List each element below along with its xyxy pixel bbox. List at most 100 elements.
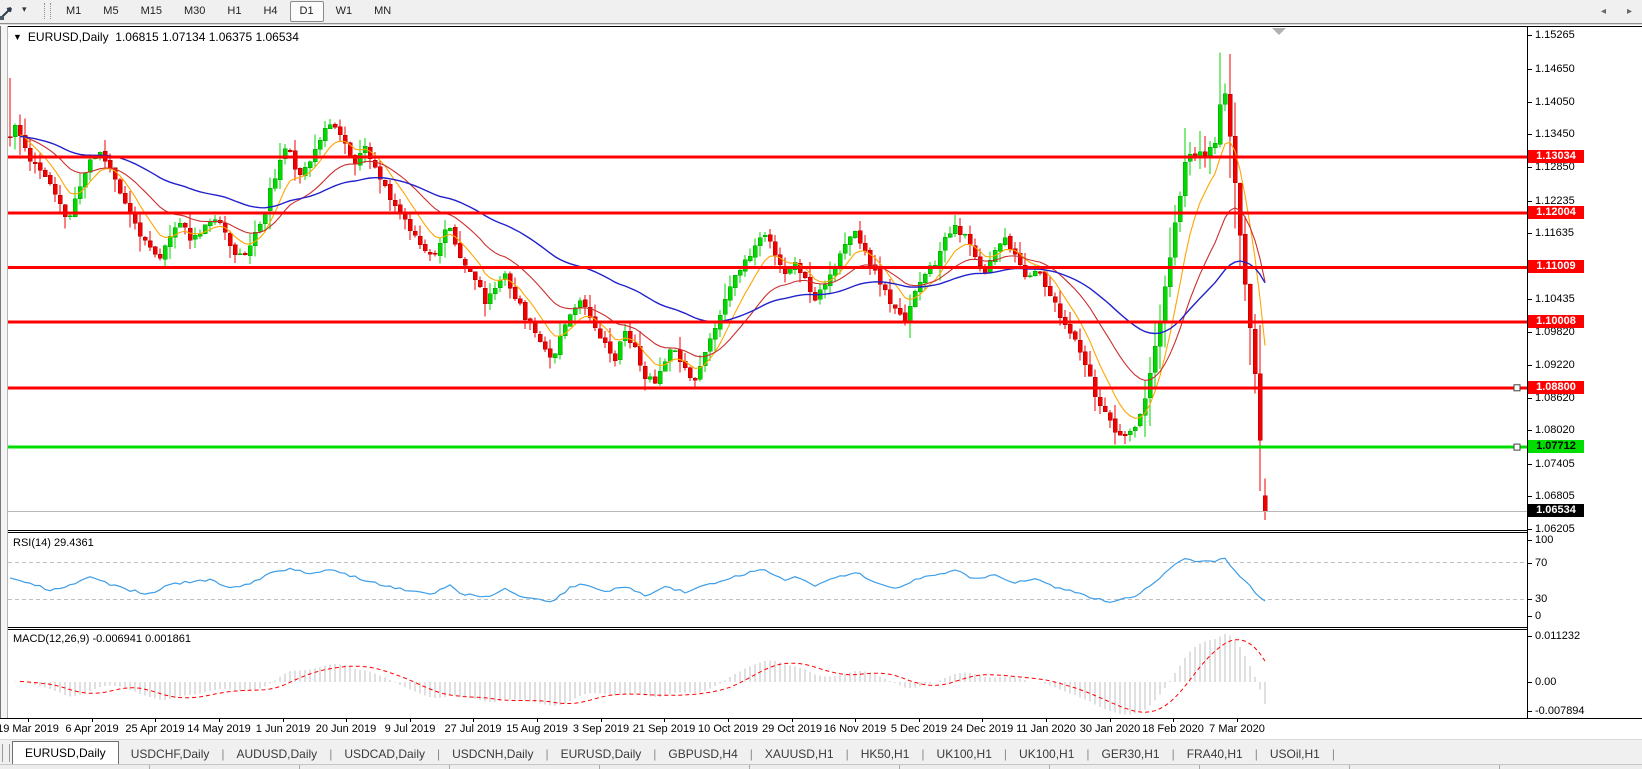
timeframe-button-m5[interactable]: M5 <box>93 1 128 22</box>
candle-body <box>883 285 887 290</box>
candle-body <box>63 205 67 217</box>
symbol-marker-icon: ▼ <box>13 32 22 42</box>
candle-body <box>858 231 862 244</box>
candle-body <box>33 162 37 163</box>
date-label: 25 Apr 2019 <box>125 723 184 735</box>
candle-body <box>668 350 672 361</box>
candle-body <box>398 205 402 212</box>
price-tick-dash <box>1527 201 1532 202</box>
chart-tab-usdchf-daily[interactable]: USDCHF,Daily <box>119 744 222 764</box>
macd-chart[interactable] <box>8 630 1527 718</box>
candle-body <box>838 254 842 266</box>
chart-tab-xauusd-h1[interactable]: XAUUSD,H1 <box>753 744 846 764</box>
date-label: 10 Oct 2019 <box>698 723 758 735</box>
tab-scroll-right-icon[interactable]: ▸ <box>1627 6 1632 17</box>
timeframe-button-mn[interactable]: MN <box>364 1 401 22</box>
candle-body <box>463 259 467 265</box>
timeframe-button-m1[interactable]: M1 <box>56 1 91 22</box>
candle-body <box>1203 152 1207 156</box>
chart-shift-marker-icon[interactable] <box>1272 28 1286 35</box>
chart-tab-gbpusd-h4[interactable]: GBPUSD,H4 <box>656 744 749 764</box>
candle-body <box>253 232 257 245</box>
timeframe-button-m15[interactable]: M15 <box>131 1 172 22</box>
rsi-tick-label: 0 <box>1535 610 1541 622</box>
open-value: 1.06815 <box>115 30 158 44</box>
chart-tab-usdcnh-daily[interactable]: USDCNH,Daily <box>440 744 545 764</box>
candle-body <box>153 247 157 255</box>
candle-body <box>1118 431 1122 435</box>
candle-body <box>1043 272 1047 287</box>
candle-body <box>1113 419 1117 433</box>
candle-body <box>1218 105 1222 145</box>
tab-scroll-left-icon[interactable]: ◂ <box>1601 6 1606 17</box>
candle-body <box>193 235 197 239</box>
price-axis[interactable]: 1.152651.146501.140501.134501.128501.122… <box>1528 27 1642 718</box>
candle-body <box>8 137 12 138</box>
candle-body <box>658 371 662 383</box>
chart-tab-usdcad-daily[interactable]: USDCAD,Daily <box>332 744 437 764</box>
candle-body <box>1068 324 1072 333</box>
candle-body <box>238 254 242 255</box>
low-value: 1.06375 <box>209 30 252 44</box>
chart-tab-audusd-daily[interactable]: AUDUSD,Daily <box>225 744 330 764</box>
date-label: 20 Jun 2019 <box>316 723 377 735</box>
candle-body <box>623 331 627 340</box>
candle-body <box>868 250 872 265</box>
candle-body <box>548 349 552 358</box>
timeframe-button-h4[interactable]: H4 <box>253 1 287 22</box>
date-label: 9 Jul 2019 <box>385 723 436 735</box>
candle-body <box>473 272 477 280</box>
price-level-label: 1.10008 <box>1528 315 1584 328</box>
candle-body <box>1038 272 1042 274</box>
symbol-label: EURUSD,Daily <box>28 30 109 44</box>
timeframe-button-h1[interactable]: H1 <box>217 1 251 22</box>
date-tick <box>1173 719 1174 722</box>
rsi-panel[interactable] <box>8 532 1527 628</box>
candle-body <box>143 237 147 240</box>
rsi-tick-label: 30 <box>1535 593 1547 605</box>
chart-tab-usoil-h1[interactable]: USOil,H1 <box>1258 744 1332 764</box>
candle-body <box>743 260 747 271</box>
candle-body <box>618 342 622 360</box>
chevron-down-icon[interactable]: ▾ <box>22 4 27 15</box>
candle-body <box>293 151 297 170</box>
chart-tab-eurusd-daily[interactable]: EURUSD,Daily <box>549 744 654 764</box>
chart-tab-eurusd-daily[interactable]: EURUSD,Daily <box>12 741 119 764</box>
chart-tab-hk50-h1[interactable]: HK50,H1 <box>849 744 922 764</box>
date-tick <box>601 719 602 722</box>
price-chart-panel[interactable] <box>8 27 1527 531</box>
candle-body <box>243 253 247 255</box>
chart-tab-uk100-h1[interactable]: UK100,H1 <box>925 744 1004 764</box>
candle-body <box>83 173 87 187</box>
chart-tab-fra40-h1[interactable]: FRA40,H1 <box>1175 744 1255 764</box>
timeframe-button-d1[interactable]: D1 <box>290 1 324 22</box>
date-label: 27 Jul 2019 <box>445 723 502 735</box>
price-tick-label: 1.10435 <box>1535 293 1575 305</box>
price-tick-dash <box>1527 365 1532 366</box>
candle-body <box>803 272 807 278</box>
chart-tab-uk100-h1[interactable]: UK100,H1 <box>1007 744 1086 764</box>
price-tick-label: 1.15265 <box>1535 29 1575 41</box>
price-tick-dash <box>1527 430 1532 431</box>
price-tick-label: 1.08020 <box>1535 424 1575 436</box>
date-tick <box>919 719 920 722</box>
date-axis[interactable]: 19 Mar 20196 Apr 201925 Apr 201914 May 2… <box>0 718 1642 739</box>
candle-body <box>853 231 857 237</box>
date-tick <box>410 719 411 722</box>
rsi-chart[interactable] <box>8 533 1527 627</box>
candle-body <box>478 280 482 286</box>
candlestick-chart[interactable] <box>8 27 1527 530</box>
line-handle[interactable] <box>1514 385 1520 391</box>
candle-body <box>328 125 332 129</box>
price-tick-dash <box>1527 134 1532 135</box>
candle-body <box>433 253 437 254</box>
candle-body <box>1048 286 1052 296</box>
rsi-line <box>10 558 1265 602</box>
line-handle[interactable] <box>1514 444 1520 450</box>
macd-panel[interactable] <box>8 629 1527 718</box>
timeframe-button-w1[interactable]: W1 <box>326 1 363 22</box>
candle-body <box>608 342 612 354</box>
chart-tab-ger30-h1[interactable]: GER30,H1 <box>1090 744 1172 764</box>
timeframe-button-m30[interactable]: M30 <box>174 1 215 22</box>
drawing-tool-icon[interactable] <box>0 3 17 20</box>
